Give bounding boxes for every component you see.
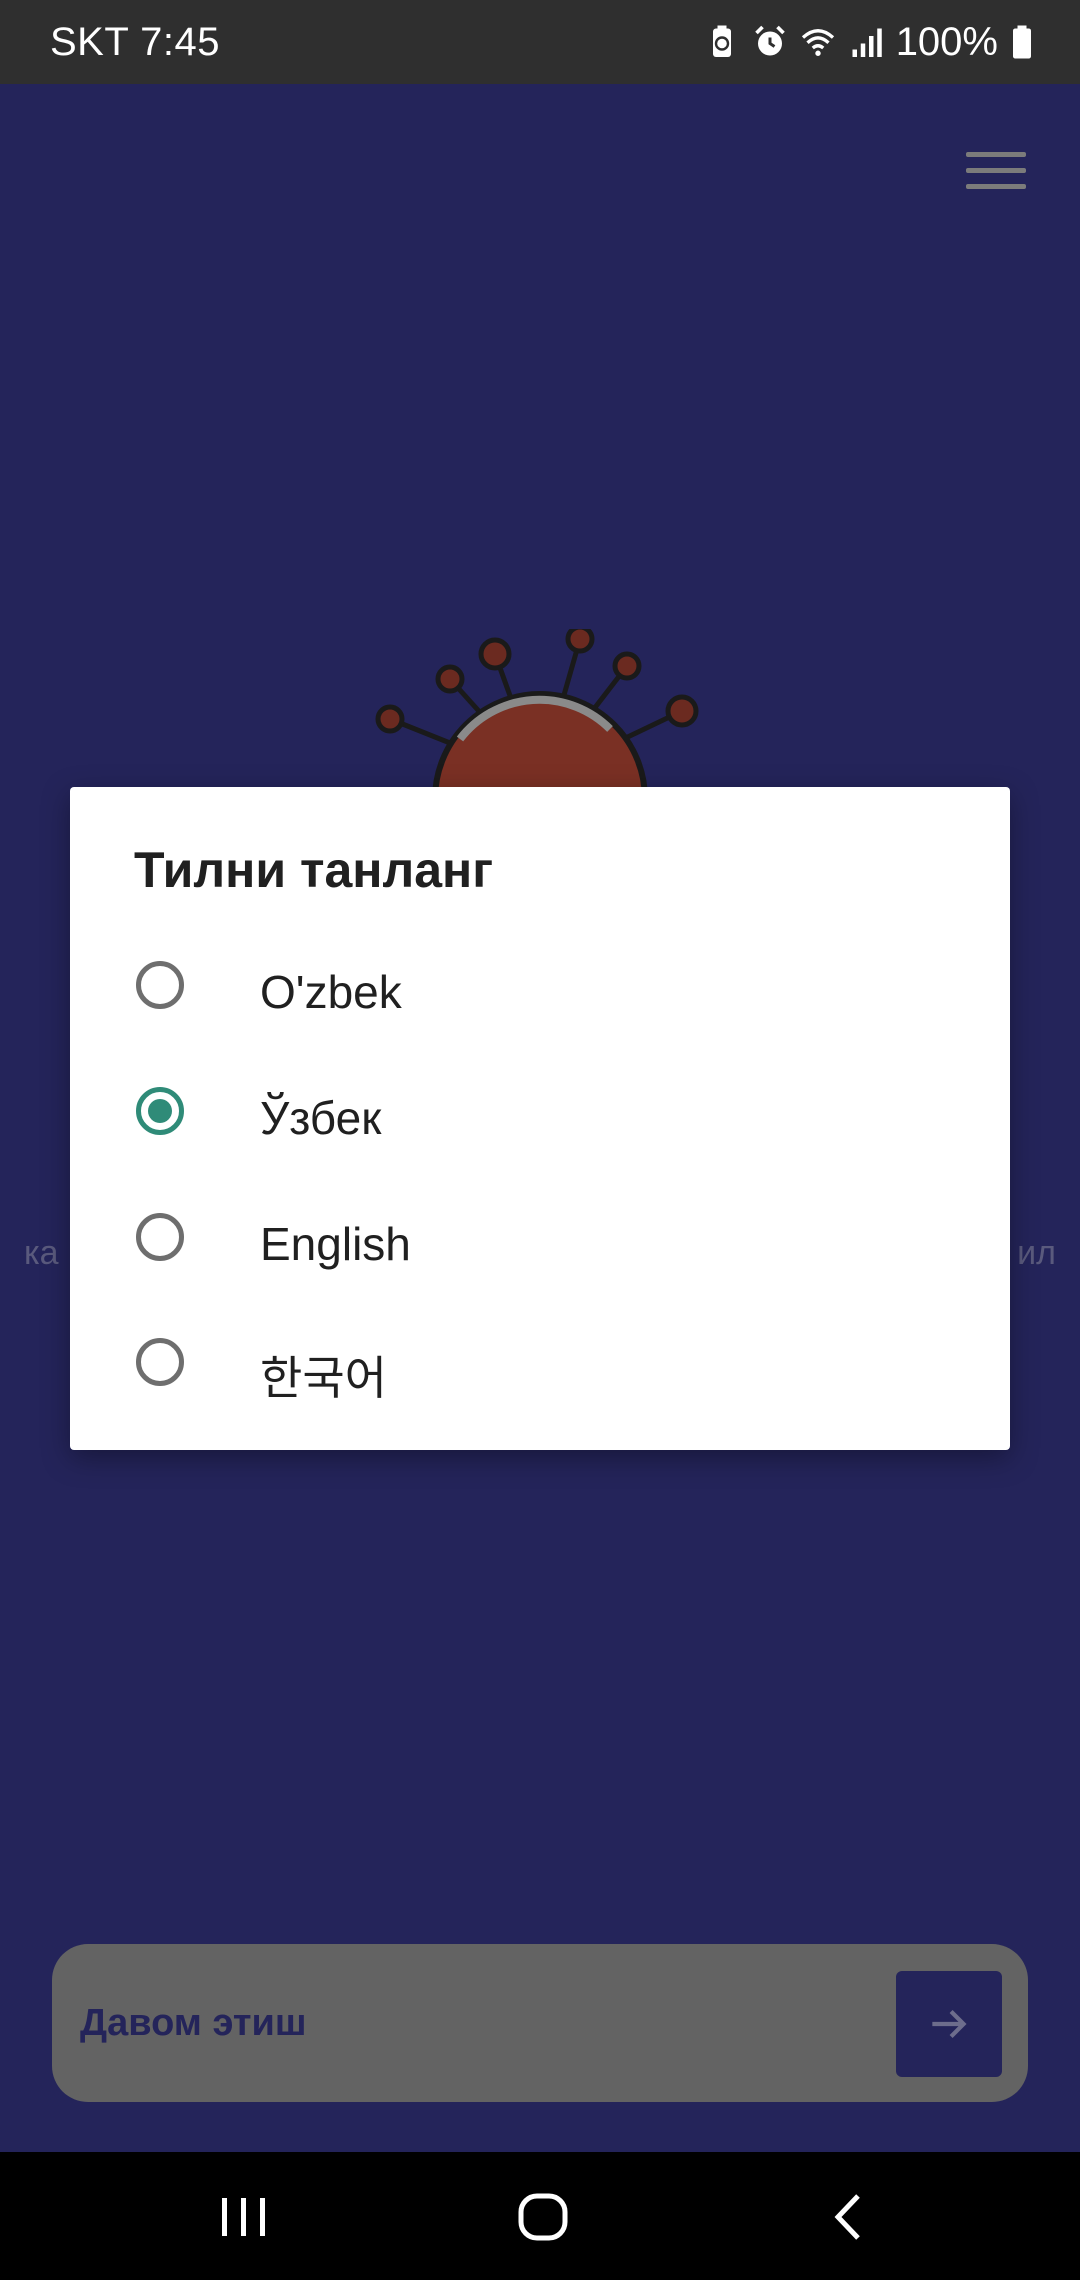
hamburger-menu-icon[interactable] <box>966 152 1026 198</box>
battery-icon <box>1013 25 1031 59</box>
background-text-right: ил <box>1017 1234 1056 1272</box>
background-text-left: ка <box>24 1234 59 1272</box>
battery-saver-icon <box>712 25 731 57</box>
radio-button[interactable] <box>136 1338 184 1386</box>
language-option-uzbek-cyrillic[interactable]: Ўзбек <box>70 1051 1010 1177</box>
radio-button-selected[interactable] <box>136 1087 184 1135</box>
signal-icon <box>852 28 882 57</box>
continue-button-label: Давом этиш <box>80 2002 307 2044</box>
recent-apps-icon[interactable] <box>216 2192 272 2242</box>
home-icon[interactable] <box>516 2192 572 2242</box>
radio-button[interactable] <box>136 961 184 1009</box>
status-bar: SKT 7:45 100% <box>0 0 1080 84</box>
battery-percent: 100% <box>895 20 998 64</box>
navigation-bar <box>0 2152 1080 2280</box>
continue-button[interactable]: Давом этиш <box>52 1944 1028 2102</box>
status-carrier-time: SKT 7:45 <box>50 20 221 64</box>
alarm-icon <box>754 25 785 56</box>
dialog-title: Тилни танланг <box>134 842 494 898</box>
wifi-icon <box>801 29 834 56</box>
language-option-korean[interactable]: 한국어 <box>70 1302 1010 1428</box>
language-option-label: 한국어 <box>260 1352 387 1404</box>
arrow-right-icon[interactable] <box>896 1971 1002 2077</box>
language-option-label: Ўзбек <box>260 1092 382 1144</box>
back-icon[interactable] <box>822 2192 878 2242</box>
language-option-english[interactable]: English <box>70 1177 1010 1303</box>
radio-button[interactable] <box>136 1213 184 1261</box>
language-dialog: Тилни танланг O'zbek Ўзбек English 한국어 <box>70 787 1010 1450</box>
language-option-label: O'zbek <box>260 966 402 1018</box>
language-option-label: English <box>260 1218 411 1270</box>
language-option-ozbek[interactable]: O'zbek <box>70 925 1010 1051</box>
